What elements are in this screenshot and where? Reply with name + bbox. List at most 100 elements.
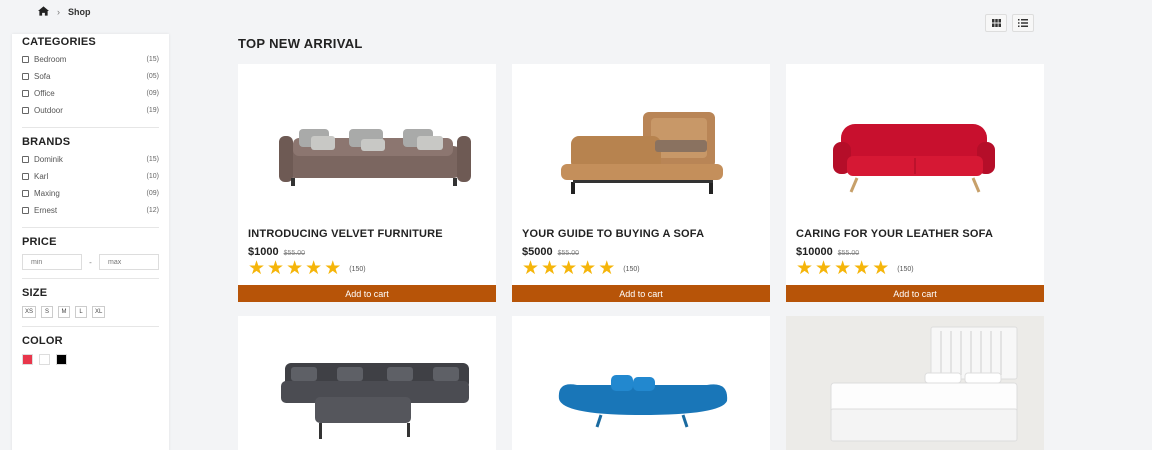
price-min-input[interactable] [22,254,82,270]
review-count: (150) [349,265,366,273]
size-option-l[interactable]: L [75,306,88,318]
list-icon [1018,14,1028,32]
star-icon: ★ [522,258,540,279]
price-title: PRICE [22,236,57,248]
brand-label: Dominik [34,155,63,164]
color-swatch[interactable] [22,354,33,365]
product-image[interactable] [512,64,770,224]
grid-view-button[interactable] [985,14,1007,32]
brand-item-maxing[interactable]: Maxing (09) [22,185,159,202]
product-card[interactable] [786,316,1044,450]
rating: ★ ★ ★ ★ ★ (150) [238,258,496,279]
category-count: (09) [146,90,159,97]
product-image[interactable] [786,316,1044,450]
product-name[interactable]: YOUR GUIDE TO BUYING A SOFA [512,228,770,240]
brand-item-dominik[interactable]: Dominik (15) [22,151,159,168]
star-icon: ★ [248,258,266,279]
checkbox[interactable] [22,73,29,80]
product-image[interactable] [238,64,496,224]
category-item-outdoor[interactable]: Outdoor (19) [22,102,159,119]
product-image[interactable] [512,316,770,450]
checkbox[interactable] [22,107,29,114]
star-icon: ★ [286,258,304,279]
checkbox[interactable] [22,56,29,63]
category-label: Bedroom [34,55,67,64]
color-section: COLOR [22,335,159,365]
star-icon: ★ [324,258,342,279]
add-to-cart-button[interactable]: Add to cart [786,285,1044,302]
size-title: SIZE [22,287,48,299]
category-label: Office [34,89,55,98]
product-card[interactable]: YOUR GUIDE TO BUYING A SOFA $5000 $55.00… [512,64,770,302]
category-count: (19) [146,107,159,114]
breadcrumb: › Shop [38,6,91,18]
checkbox[interactable] [22,190,29,197]
category-count: (05) [146,73,159,80]
chevron-right-icon: › [57,7,60,17]
color-swatch[interactable] [56,354,67,365]
product-card[interactable]: CARING FOR YOUR LEATHER SOFA $10000 $55.… [786,64,1044,302]
checkbox[interactable] [22,173,29,180]
brand-item-karl[interactable]: Karl (10) [22,168,159,185]
size-section: SIZE XS S M L XL [22,287,159,327]
price-max-input[interactable] [98,254,159,270]
review-count: (150) [897,265,914,273]
brand-count: (12) [146,207,159,214]
product-image[interactable] [238,316,496,450]
add-to-cart-button[interactable]: Add to cart [238,285,496,302]
star-icon: ★ [815,258,833,279]
product-old-price: $55.00 [837,250,860,257]
checkbox[interactable] [22,156,29,163]
star-icon: ★ [872,258,890,279]
product-card[interactable] [512,316,770,450]
star-icon: ★ [853,258,871,279]
product-name[interactable]: INTRODUCING VELVET FURNITURE [238,228,496,240]
star-icon: ★ [834,258,852,279]
brand-label: Maxing [34,189,60,198]
rating: ★ ★ ★ ★ ★ (150) [512,258,770,279]
category-label: Outdoor [34,106,63,115]
product-old-price: $55.00 [283,250,306,257]
size-option-xs[interactable]: XS [22,306,37,318]
size-option-m[interactable]: M [58,306,71,318]
product-card[interactable]: INTRODUCING VELVET FURNITURE $1000 $55.0… [238,64,496,302]
brand-count: (15) [146,156,159,163]
add-to-cart-button[interactable]: Add to cart [512,285,770,302]
brand-label: Ernest [34,206,58,215]
star-icon: ★ [560,258,578,279]
category-item-bedroom[interactable]: Bedroom (15) [22,51,159,68]
category-label: Sofa [34,72,51,81]
product-card[interactable] [238,316,496,450]
color-swatch[interactable] [39,354,50,365]
color-title: COLOR [22,335,63,347]
review-count: (150) [623,265,640,273]
category-item-office[interactable]: Office (09) [22,85,159,102]
brands-section: BRANDS Dominik (15) Karl (10) Maxing (09) E… [22,136,159,228]
breadcrumb-current[interactable]: Shop [68,7,91,17]
price-section: PRICE - [22,236,159,279]
grid-icon [991,14,1001,32]
list-view-button[interactable] [1012,14,1034,32]
brand-label: Karl [34,172,49,181]
brand-count: (09) [146,190,159,197]
checkbox[interactable] [22,90,29,97]
size-option-s[interactable]: S [41,306,54,318]
categories-title: CATEGORIES [22,36,96,48]
star-icon: ★ [541,258,559,279]
star-icon: ★ [579,258,597,279]
brand-item-ernest[interactable]: Ernest (12) [22,202,159,219]
product-name[interactable]: CARING FOR YOUR LEATHER SOFA [786,228,1044,240]
home-icon[interactable] [38,6,49,18]
product-image[interactable] [786,64,1044,224]
product-price: $1000 [248,246,279,258]
size-option-xl[interactable]: XL [92,306,106,318]
star-icon: ★ [305,258,323,279]
product-price: $10000 [796,246,833,258]
category-item-sofa[interactable]: Sofa (05) [22,68,159,85]
filter-sidebar: CATEGORIES Bedroom (15) Sofa (05) Office (0… [12,34,169,450]
rating: ★ ★ ★ ★ ★ (150) [786,258,1044,279]
product-old-price: $55.00 [557,250,580,257]
star-icon: ★ [796,258,814,279]
product-price: $5000 [522,246,553,258]
checkbox[interactable] [22,207,29,214]
